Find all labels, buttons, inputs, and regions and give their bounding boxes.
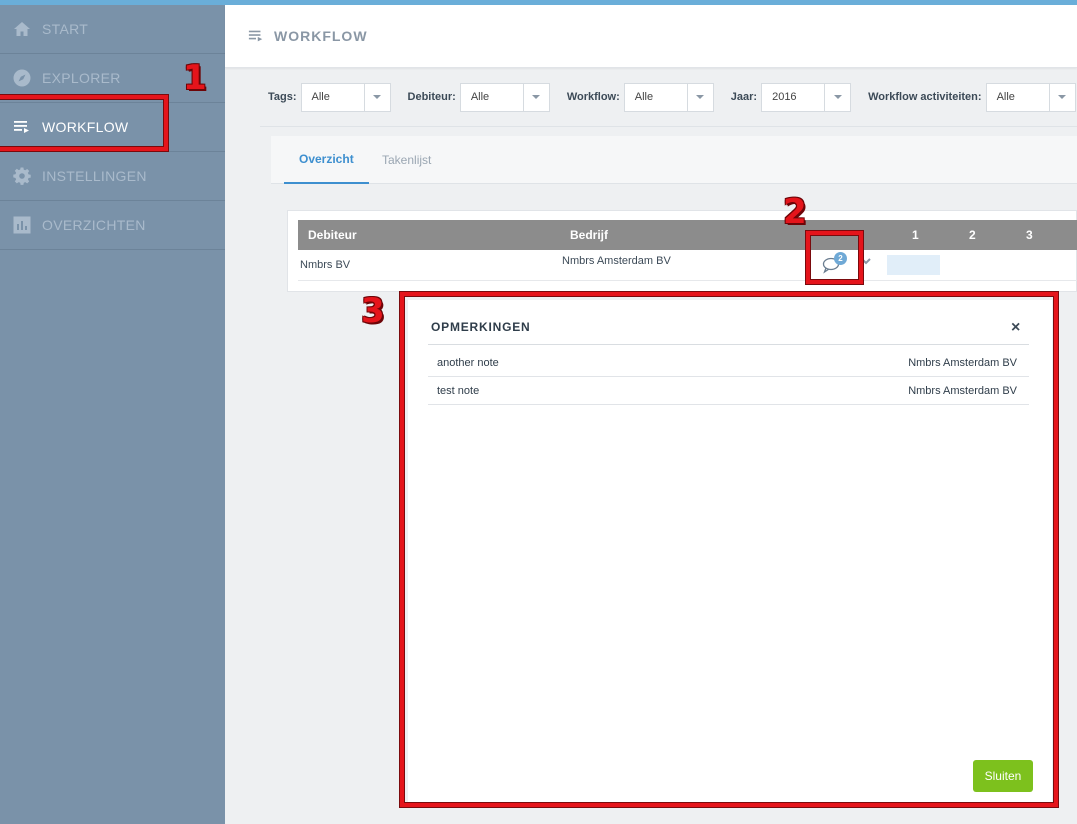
tab-label: Overzicht [299,152,354,166]
tab-label: Takenlijst [382,153,432,167]
activiteiten-filter-label: Workflow activiteiten: [868,91,982,103]
annotation-box-3 [400,292,1058,807]
divider [260,126,1077,127]
sidebar-item-label: INSTELLINGEN [42,168,147,184]
gear-icon [13,167,31,185]
jaar-select-value: 2016 [772,91,797,103]
jaar-filter-label: Jaar: [730,91,758,103]
debiteur-select-value: Alle [470,91,490,103]
chevron-down-icon [686,83,713,111]
page-header: WORKFLOW [225,5,1077,68]
tab-overzicht[interactable]: Overzicht [284,136,369,184]
sidebar-item-label: START [42,21,89,37]
col-header-3: 3 [1026,228,1033,242]
annotation-number-1: 1 [183,58,207,98]
tab-takenlijst[interactable]: Takenlijst [382,136,431,184]
col-header-debiteur: Debiteur [308,228,357,242]
annotation-box-2 [806,231,863,284]
tab-bar: Overzicht Takenlijst [271,136,1077,184]
page-title: WORKFLOW [274,28,368,44]
table-row[interactable]: Nmbrs BV Nmbrs Amsterdam BV [298,250,1077,281]
sidebar-item-label: EXPLORER [42,70,121,86]
chevron-down-icon [522,83,549,111]
sidebar-item-instellingen[interactable]: INSTELLINGEN [0,152,225,201]
cell-bedrijf: Nmbrs Amsterdam BV [562,255,671,267]
workflow-icon [248,29,264,43]
col-header-bedrijf: Bedrijf [570,228,609,242]
annotation-number-3: 3 [361,291,385,331]
debiteur-select[interactable]: Alle [459,82,550,112]
sidebar-item-start[interactable]: START [0,5,225,54]
compass-icon [13,69,31,87]
debiteur-filter-label: Debiteur: [407,91,456,103]
col-header-2: 2 [969,228,976,242]
tags-select[interactable]: Alle [300,82,391,112]
col-header-1: 1 [912,228,919,242]
bar-chart-icon [13,216,31,234]
jaar-select[interactable]: 2016 [761,82,852,112]
cell-debiteur: Nmbrs BV [300,259,351,271]
progress-cell [887,255,940,275]
chevron-down-icon [1048,83,1075,111]
filter-bar: Tags: Alle Debiteur: Alle Workflow: Alle… [268,82,1076,112]
tags-filter-label: Tags: [268,91,297,103]
workflow-select[interactable]: Alle [623,82,714,112]
tags-select-value: Alle [311,91,330,103]
workflow-filter-label: Workflow: [566,91,620,103]
table-header: Debiteur Bedrijf 1 2 3 [298,220,1077,250]
annotation-box-1 [0,95,168,151]
chevron-down-icon [824,83,850,111]
activiteiten-select-value: Alle [996,91,1015,103]
chevron-down-icon [363,83,390,111]
activiteiten-select[interactable]: Alle [985,82,1076,112]
annotation-number-2: 2 [783,192,807,232]
home-icon [13,20,31,38]
sidebar-item-label: OVERZICHTEN [42,217,146,233]
sidebar-item-overzichten[interactable]: OVERZICHTEN [0,201,225,250]
workflow-select-value: Alle [634,91,654,103]
